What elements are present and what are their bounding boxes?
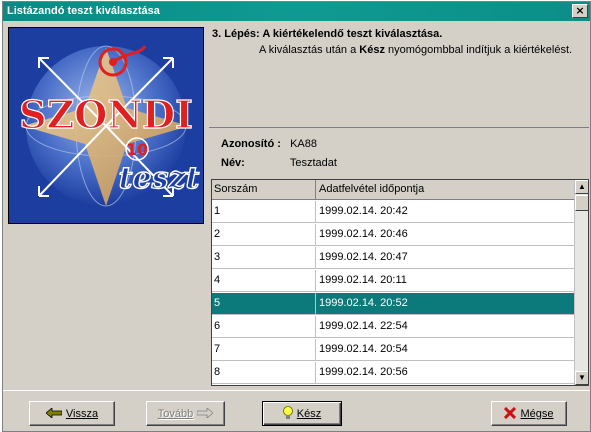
row-number: 4 [212, 270, 316, 292]
table-row[interactable]: 8 1999.02.14. 20:56 [212, 362, 576, 384]
left-arrow-icon [45, 406, 63, 420]
table-row[interactable]: 7 1999.02.14. 20:54 [212, 339, 576, 361]
table-row[interactable]: 2 1999.02.14. 20:46 [212, 224, 576, 246]
test-list[interactable]: Sorszám Adatfelvétel időpontja 1 1999.02.… [211, 179, 589, 386]
scroll-down-arrow-icon[interactable]: ▼ [575, 371, 588, 385]
table-row[interactable]: 3 1999.02.14. 20:47 [212, 247, 576, 269]
row-number: 7 [212, 339, 316, 361]
table-row[interactable]: 6 1999.02.14. 22:54 [212, 316, 576, 338]
step-text-after: nyomógombbal indítjuk a kiértékelést. [384, 44, 573, 56]
table-row[interactable]: 1 1999.02.14. 20:42 [212, 201, 576, 223]
table-row[interactable]: 5 1999.02.14. 20:52 [212, 293, 576, 315]
close-button[interactable]: × [572, 4, 588, 18]
step-instructions: A kiválasztás után a Kész nyomógombbal i… [259, 44, 572, 56]
done-label: Kész [296, 407, 322, 420]
vertical-scrollbar[interactable]: ▲ ▼ [574, 180, 588, 385]
name-label: Név: [221, 157, 245, 169]
dialog-window: Listázandó teszt kiválasztása × SZONDI 1… [2, 1, 591, 432]
next-label: Tovább [157, 407, 194, 420]
button-bar: Vissza Tovább Kész Mégse [3, 390, 590, 432]
close-icon: × [575, 4, 585, 17]
szondi-logo: SZONDI 10 teszt [8, 27, 204, 224]
row-date: 1999.02.14. 20:11 [319, 274, 407, 286]
scroll-thumb[interactable] [575, 195, 588, 211]
row-date: 1999.02.14. 20:54 [319, 343, 408, 355]
row-number: 9 [212, 385, 316, 386]
step-text-before: A kiválasztás után a [259, 44, 360, 56]
list-header: Sorszám Adatfelvétel időpontja [212, 180, 576, 200]
back-button[interactable]: Vissza [29, 401, 115, 426]
table-row[interactable]: 91999.02.14. 20:57 [212, 385, 576, 386]
next-button[interactable]: Tovább [146, 401, 225, 426]
id-value: KA88 [290, 138, 317, 150]
row-number: 5 [212, 293, 316, 315]
window-title: Listázandó teszt kiválasztása [7, 5, 160, 17]
logo-graphic: SZONDI 10 teszt [9, 28, 203, 223]
done-button[interactable]: Kész [262, 401, 342, 426]
step-title: 3. Lépés: A kiértékelendő teszt kiválasz… [212, 28, 443, 40]
name-row: Név: Tesztadat [221, 157, 337, 169]
logo-word-main: SZONDI [19, 92, 193, 137]
id-label: Azonosító : [221, 138, 281, 150]
row-date: 1999.02.14. 20:47 [319, 251, 408, 263]
table-row[interactable]: 4 1999.02.14. 20:11 [212, 270, 576, 292]
back-label: Vissza [65, 407, 99, 420]
row-number: 8 [212, 362, 316, 384]
row-date: 1999.02.14. 20:46 [319, 228, 408, 240]
id-row: Azonosító : KA88 [221, 138, 317, 150]
row-date: 1999.02.14. 20:42 [319, 205, 408, 217]
cancel-button[interactable]: Mégse [491, 401, 567, 426]
title-bar[interactable]: Listázandó teszt kiválasztása × [3, 2, 590, 21]
row-number: 2 [212, 224, 316, 246]
row-date: 1999.02.14. 20:57 [316, 385, 576, 386]
step-info-box: 3. Lépés: A kiértékelendő teszt kiválasz… [209, 24, 589, 128]
row-date: 1999.02.14. 20:56 [319, 366, 408, 378]
logo-word-sub: teszt [119, 161, 200, 196]
red-x-icon [504, 406, 517, 421]
lightbulb-icon [282, 405, 293, 422]
column-header-date[interactable]: Adatfelvétel időpontja [316, 180, 576, 200]
step-text-bold: Kész [359, 44, 385, 56]
row-number: 3 [212, 247, 316, 269]
row-date: 1999.02.14. 20:52 [319, 297, 408, 309]
row-date: 1999.02.14. 22:54 [319, 320, 408, 332]
column-header-number[interactable]: Sorszám [212, 180, 316, 200]
row-number: 1 [212, 201, 316, 223]
right-arrow-icon [196, 406, 214, 420]
name-value: Tesztadat [289, 157, 337, 169]
scroll-up-arrow-icon[interactable]: ▲ [575, 180, 588, 194]
left-panel-blank [8, 226, 204, 386]
row-number: 6 [212, 316, 316, 338]
cancel-label: Mégse [520, 407, 554, 420]
right-panel: 3. Lépés: A kiértékelendő teszt kiválasz… [209, 24, 589, 386]
